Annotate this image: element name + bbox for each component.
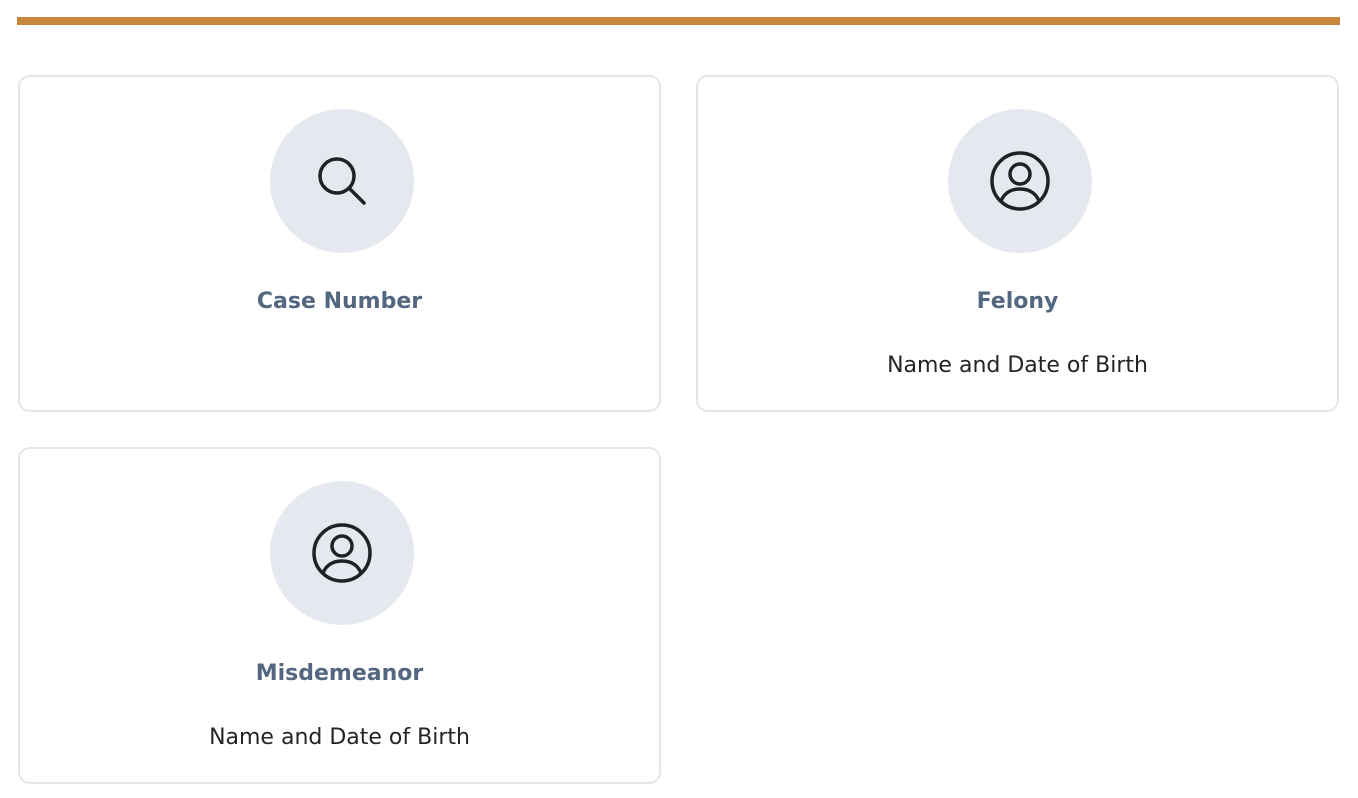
search-icon: [318, 157, 366, 205]
felony-option-card[interactable]: Felony Name and Date of Birth: [696, 75, 1339, 412]
case-number-option-card[interactable]: Case Number: [18, 75, 661, 412]
accent-bar: [17, 17, 1340, 25]
card-title: Case Number: [256, 289, 423, 314]
icon-circle: [948, 109, 1092, 253]
card-title: Felony: [976, 289, 1059, 314]
user-circle-icon: [312, 523, 372, 583]
card-title: Misdemeanor: [255, 661, 424, 686]
misdemeanor-option-card[interactable]: Misdemeanor Name and Date of Birth: [18, 447, 661, 784]
card-subtitle: Name and Date of Birth: [887, 353, 1148, 378]
user-circle-icon: [990, 151, 1050, 211]
icon-circle: [270, 481, 414, 625]
card-subtitle: Name and Date of Birth: [209, 725, 470, 750]
icon-circle: [270, 109, 414, 253]
